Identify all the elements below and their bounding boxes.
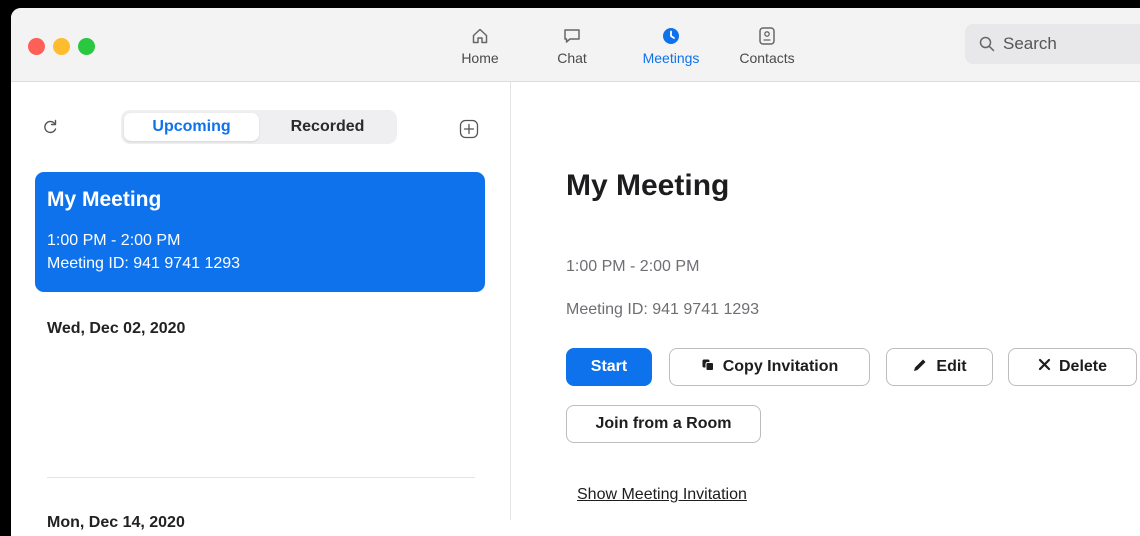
tab-chat-label: Chat bbox=[557, 50, 587, 66]
tab-meetings-label: Meetings bbox=[642, 50, 700, 66]
tab-recorded[interactable]: Recorded bbox=[261, 113, 394, 141]
copy-invitation-button[interactable]: Copy Invitation bbox=[669, 348, 870, 386]
copy-invitation-label: Copy Invitation bbox=[722, 358, 839, 375]
add-meeting-icon[interactable] bbox=[459, 119, 479, 144]
meeting-card-title: My Meeting bbox=[47, 188, 162, 211]
edit-button[interactable]: Edit bbox=[886, 348, 993, 386]
tab-home-label: Home bbox=[461, 50, 499, 66]
zoom-window: Home Chat Meetings Contacts Search Upcom… bbox=[11, 8, 1140, 536]
search-input[interactable]: Search bbox=[965, 24, 1140, 64]
edit-button-label: Edit bbox=[936, 358, 967, 375]
show-invitation-link[interactable]: Show Meeting Invitation bbox=[577, 486, 747, 504]
join-from-room-button[interactable]: Join from a Room bbox=[566, 405, 761, 443]
selected-meeting-card[interactable]: My Meeting 1:00 PM - 2:00 PM Meeting ID:… bbox=[35, 172, 485, 292]
pencil-icon bbox=[912, 357, 928, 378]
close-window-button[interactable] bbox=[28, 38, 45, 55]
clock-icon bbox=[629, 25, 713, 47]
title-bar: Home Chat Meetings Contacts Search bbox=[11, 8, 1140, 82]
delete-button[interactable]: Delete bbox=[1008, 348, 1137, 386]
list-segmented-control: Upcoming Recorded bbox=[121, 110, 397, 144]
window-controls bbox=[28, 38, 95, 55]
meeting-detail-panel: My Meeting 1:00 PM - 2:00 PM Meeting ID:… bbox=[511, 82, 1140, 536]
home-icon bbox=[455, 25, 505, 47]
meeting-card-time: 1:00 PM - 2:00 PM bbox=[47, 232, 181, 249]
tab-contacts[interactable]: Contacts bbox=[731, 25, 803, 66]
meeting-card-id: Meeting ID: 941 9741 1293 bbox=[47, 255, 241, 272]
meeting-time: 1:00 PM - 2:00 PM bbox=[566, 258, 700, 275]
zoom-window-button[interactable] bbox=[78, 38, 95, 55]
delete-button-label: Delete bbox=[1058, 358, 1108, 375]
chat-icon bbox=[547, 25, 597, 47]
tab-home[interactable]: Home bbox=[455, 25, 505, 66]
tab-upcoming[interactable]: Upcoming bbox=[124, 113, 259, 141]
search-icon bbox=[979, 36, 995, 52]
copy-icon bbox=[701, 358, 715, 377]
meeting-title: My Meeting bbox=[566, 169, 730, 202]
contact-card-icon bbox=[731, 25, 803, 47]
tab-meetings[interactable]: Meetings bbox=[629, 25, 713, 66]
join-from-room-label: Join from a Room bbox=[595, 415, 732, 432]
minimize-window-button[interactable] bbox=[53, 38, 70, 55]
tab-contacts-label: Contacts bbox=[739, 50, 795, 66]
refresh-icon[interactable] bbox=[42, 119, 58, 140]
close-icon bbox=[1038, 358, 1051, 376]
start-button-label: Start bbox=[590, 358, 628, 375]
list-divider bbox=[47, 477, 475, 478]
meeting-id: Meeting ID: 941 9741 1293 bbox=[566, 301, 760, 318]
search-placeholder: Search bbox=[1003, 34, 1057, 53]
start-button[interactable]: Start bbox=[566, 348, 652, 386]
meeting-list-panel: Upcoming Recorded My Meeting 1:00 PM - 2… bbox=[11, 82, 509, 536]
date-header: Mon, Dec 14, 2020 bbox=[47, 514, 185, 531]
tab-chat[interactable]: Chat bbox=[547, 25, 597, 66]
date-header: Wed, Dec 02, 2020 bbox=[47, 320, 186, 337]
